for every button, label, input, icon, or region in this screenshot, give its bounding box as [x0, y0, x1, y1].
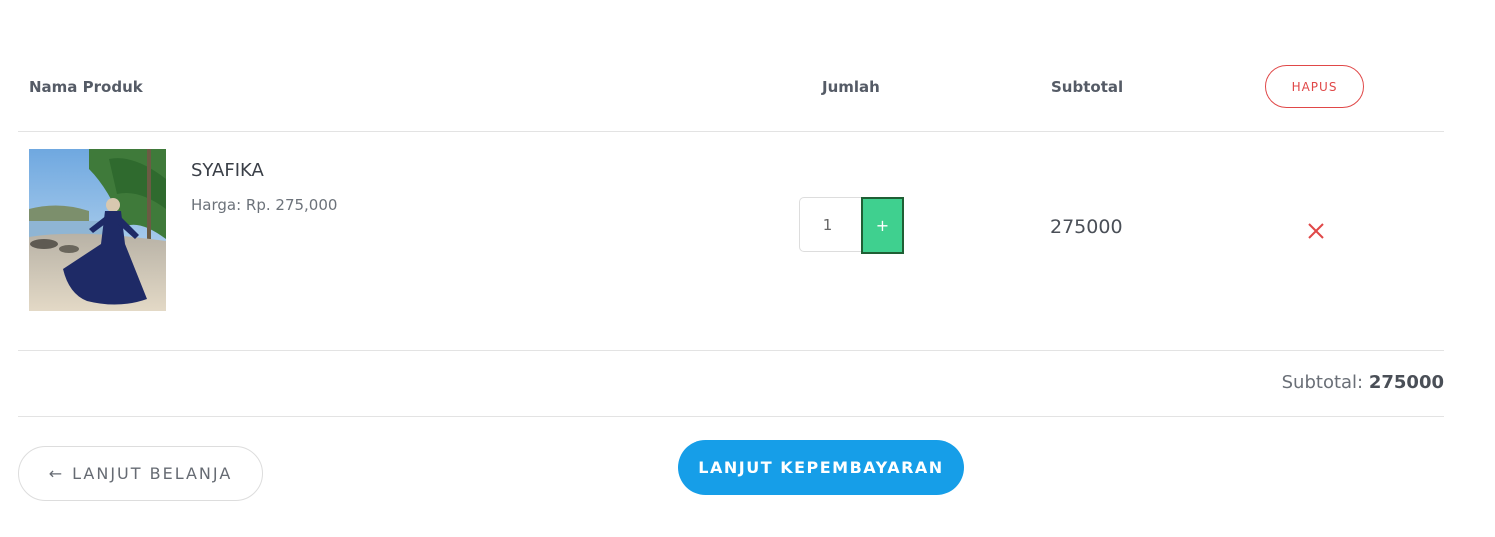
header-subtotal: Subtotal — [1051, 78, 1124, 96]
continue-shopping-button[interactable]: ← LANJUT BELANJA — [18, 446, 263, 501]
continue-shopping-label: LANJUT BELANJA — [72, 464, 233, 483]
product-name: SYAFIKA — [191, 160, 264, 181]
arrow-left-icon: ← — [48, 464, 65, 483]
cart-subtotal-label: Subtotal: — [1281, 372, 1364, 393]
divider — [18, 416, 1444, 417]
divider — [18, 131, 1444, 132]
close-icon — [1308, 223, 1324, 239]
quantity-increase-button[interactable]: + — [861, 197, 904, 254]
divider — [18, 350, 1444, 351]
header-product-name: Nama Produk — [29, 78, 143, 96]
cart-subtotal-value: 275000 — [1368, 372, 1444, 393]
product-price: Harga: Rp. 275,000 — [191, 196, 337, 214]
checkout-button[interactable]: LANJUT KEPEMBAYARAN — [678, 440, 964, 495]
price-separator: : — [236, 196, 246, 214]
clear-cart-button[interactable]: HAPUS — [1265, 65, 1364, 108]
item-subtotal: 275000 — [1050, 216, 1123, 238]
price-value: Rp. 275,000 — [245, 196, 338, 214]
header-quantity: Jumlah — [822, 78, 880, 96]
cart-subtotal: Subtotal: 275000 — [1282, 372, 1444, 393]
product-image — [29, 149, 166, 311]
remove-item-button[interactable] — [1305, 220, 1327, 242]
quantity-input[interactable] — [799, 197, 862, 252]
price-label: Harga — [191, 196, 237, 214]
